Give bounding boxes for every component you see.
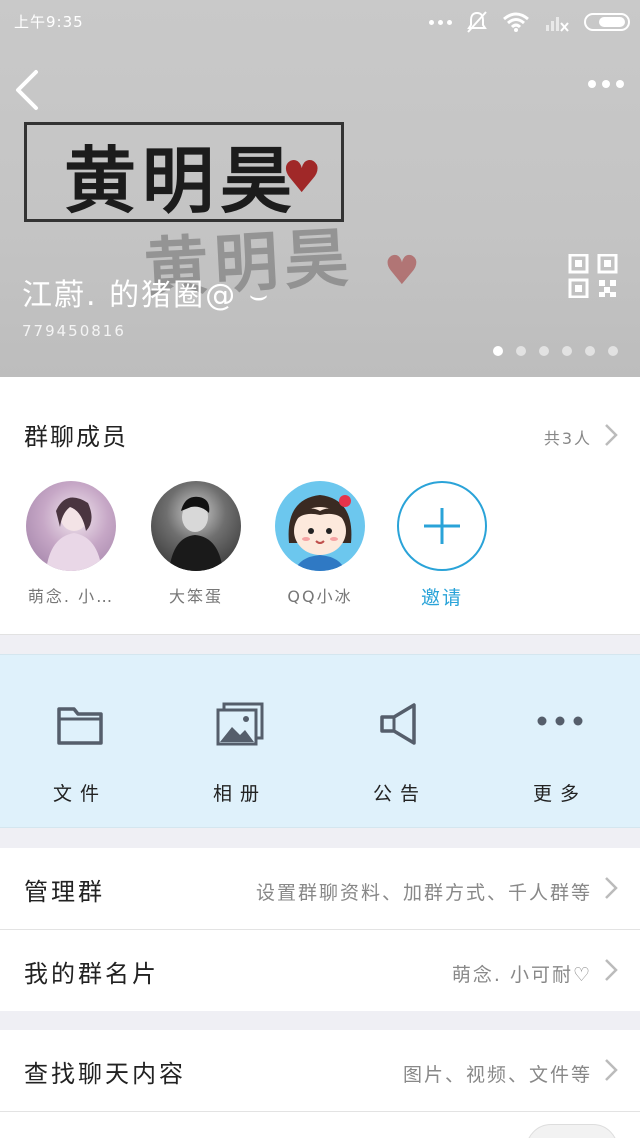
- page-dot[interactable]: [585, 346, 595, 356]
- toggle-switch[interactable]: [526, 1124, 618, 1138]
- status-icons: [429, 8, 630, 36]
- heart-watermark-icon: ♥: [384, 248, 420, 294]
- invite-member-button[interactable]: 邀请: [392, 481, 492, 610]
- search-chat-row[interactable]: 查找聊天内容 图片、视频、文件等: [0, 1030, 640, 1111]
- files-button[interactable]: 文件: [0, 655, 160, 829]
- member-item[interactable]: 萌念. 小…: [21, 481, 121, 607]
- page-dot[interactable]: [539, 346, 549, 356]
- chevron-right-icon: [605, 424, 618, 446]
- status-time: 上午9:35: [14, 13, 84, 31]
- row-label: 管理群: [24, 878, 105, 906]
- wifi-icon: [503, 12, 529, 32]
- member-name: 大笨蛋: [168, 587, 223, 606]
- megaphone-icon: [380, 703, 416, 745]
- chevron-right-icon: [605, 1059, 618, 1081]
- page-dot[interactable]: [608, 346, 618, 356]
- manage-group-row[interactable]: 管理群 设置群聊资料、加群方式、千人群等: [0, 848, 640, 929]
- page-dot[interactable]: [562, 346, 572, 356]
- member-name: QQ小冰: [287, 587, 353, 606]
- group-id: 779450816: [22, 322, 126, 340]
- chevron-right-icon: [605, 959, 618, 981]
- page-dot[interactable]: [516, 346, 526, 356]
- row-value: 萌念. 小可耐♡: [451, 964, 592, 986]
- avatar: [151, 481, 241, 571]
- photo-album-icon: [216, 702, 264, 746]
- mute-bell-icon: [467, 11, 487, 33]
- chevron-right-icon: [605, 877, 618, 899]
- member-name: 萌念. 小…: [27, 587, 115, 606]
- members-section: 群聊成员 共3人 萌念. 小… 大笨蛋 QQ小冰 邀请: [0, 377, 640, 635]
- row-value: 图片、视频、文件等: [402, 1064, 592, 1086]
- group-header-banner: 上午9:35 黄明昊 ♥ 黄明昊 ♥ 江蔚. 的猪圈@ ⌣ 779450816: [0, 0, 640, 377]
- page-dot[interactable]: [493, 346, 503, 356]
- members-header[interactable]: 群聊成员 共3人: [0, 377, 640, 489]
- partial-setting-row[interactable]: [0, 1112, 640, 1138]
- quick-actions-bar: 文件 相册 公告 更多: [0, 654, 640, 828]
- row-value: 设置群聊资料、加群方式、千人群等: [255, 882, 592, 904]
- no-signal-icon: [546, 17, 569, 32]
- battery-icon: [584, 13, 630, 31]
- add-icon-circle: [397, 481, 487, 571]
- page-indicator: [493, 346, 618, 356]
- back-arrow-icon[interactable]: [14, 68, 44, 112]
- album-button[interactable]: 相册: [160, 655, 320, 829]
- avatar: [26, 481, 116, 571]
- more-actions-button[interactable]: 更多: [480, 655, 640, 829]
- invite-label: 邀请: [420, 587, 463, 609]
- action-label: 更多: [532, 783, 587, 805]
- avatar-girl-photo: [46, 497, 102, 571]
- my-group-card-row[interactable]: 我的群名片 萌念. 小可耐♡: [0, 930, 640, 1011]
- row-label: 我的群名片: [24, 960, 159, 988]
- group-name: 江蔚. 的猪圈@ ⌣: [22, 278, 271, 313]
- folder-icon: [57, 707, 103, 745]
- avatar: [275, 481, 365, 571]
- member-item[interactable]: QQ小冰: [270, 481, 370, 607]
- avatar-boy-photo: [169, 496, 223, 571]
- announcement-button[interactable]: 公告: [320, 655, 480, 829]
- more-options-button[interactable]: [588, 80, 624, 88]
- action-label: 公告: [372, 783, 427, 805]
- members-count: 共3人: [543, 429, 592, 448]
- action-label: 相册: [212, 783, 267, 805]
- more-icon: [537, 716, 583, 726]
- plus-icon: [424, 508, 460, 544]
- qr-code-icon[interactable]: [568, 254, 618, 298]
- members-title: 群聊成员: [24, 423, 128, 451]
- action-label: 文件: [52, 783, 107, 805]
- row-label: 查找聊天内容: [24, 1060, 186, 1088]
- notification-dots-icon: [429, 19, 452, 25]
- avatar-cartoon-girl: [288, 495, 352, 571]
- heart-icon: ♥: [282, 152, 322, 203]
- status-bar: 上午9:35: [0, 0, 640, 44]
- member-item[interactable]: 大笨蛋: [146, 481, 246, 607]
